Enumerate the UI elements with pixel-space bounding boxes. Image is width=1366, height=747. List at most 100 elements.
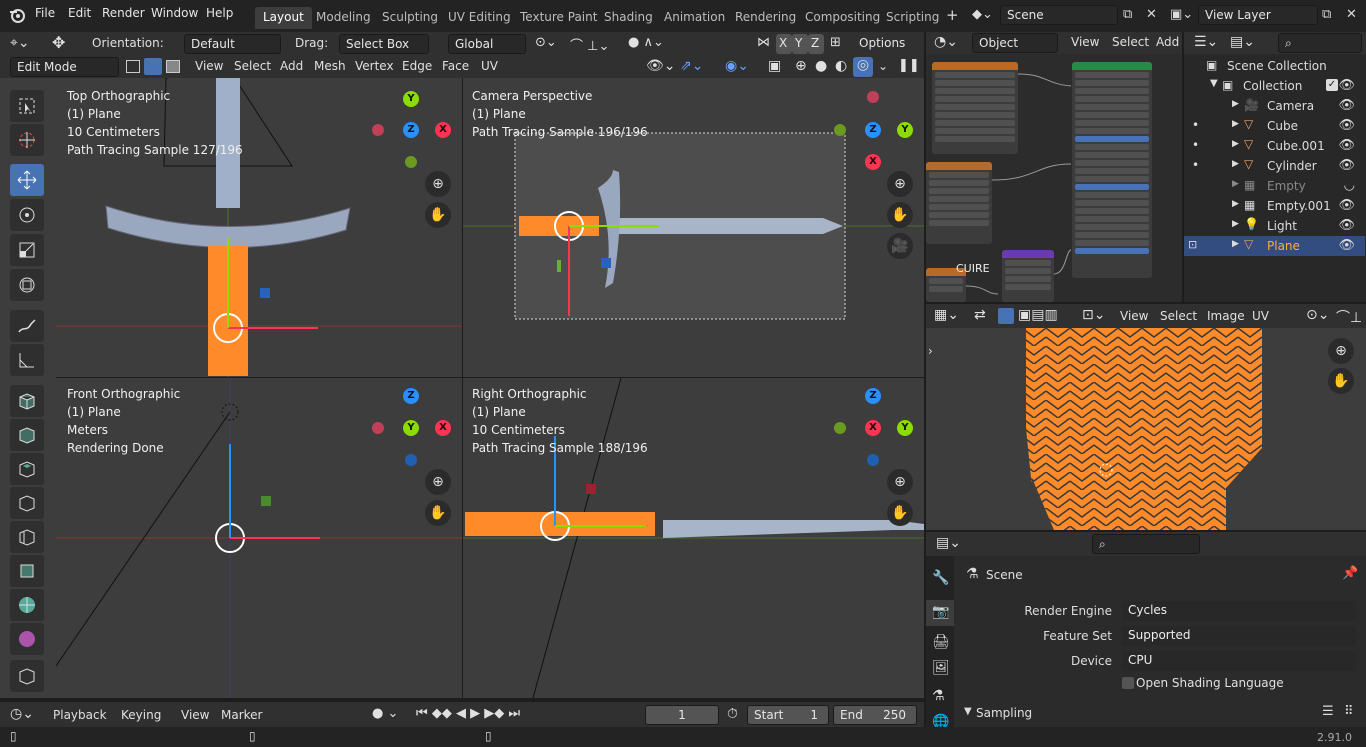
playback-controls-icon[interactable]: ⏮ ◆◆ ◀ ▶ ▶◆ ⏭ <box>416 706 520 721</box>
zoom-icon[interactable]: ⊕ <box>425 171 451 197</box>
mirror-x-button[interactable]: X <box>776 34 792 54</box>
x-axis-icon[interactable]: X <box>435 122 451 138</box>
bevel-tool[interactable] <box>10 487 44 519</box>
z-axis-icon[interactable]: Z <box>865 388 881 404</box>
collection-row[interactable]: ▼ ▣ Collection ✓ 👁 <box>1184 76 1365 96</box>
orientation-dropdown[interactable]: Default <box>184 34 281 54</box>
feature-set-dropdown[interactable]: Supported <box>1122 626 1356 646</box>
start-frame-field[interactable]: Start 1 <box>747 705 829 725</box>
viewport-top-orthographic[interactable]: Top Orthographic (1) Plane 10 Centimeter… <box>56 78 462 377</box>
normal-texture-node[interactable] <box>926 162 992 244</box>
pan-hand-icon[interactable]: ✋ <box>425 202 451 228</box>
y-axis-icon[interactable]: Y <box>403 420 419 436</box>
menu-file[interactable]: File <box>35 6 55 20</box>
drag-dropdown[interactable]: Select Box <box>339 34 429 54</box>
expand-icon[interactable]: ▼ <box>1210 78 1218 89</box>
pan-hand-icon[interactable]: ✋ <box>425 500 451 526</box>
copy-view-layer-icon[interactable]: ⧉ <box>1322 7 1331 22</box>
collection-checkbox[interactable]: ✓ <box>1326 79 1338 91</box>
overlay-icon[interactable]: ◉⌄ <box>725 58 749 74</box>
pivot-icon[interactable]: ⊙⌄ <box>535 35 557 50</box>
pivot-icon[interactable]: ⊙⌄ <box>1306 307 1329 323</box>
outliner-item-empty[interactable]: ▶ ▦ Empty ◡ <box>1184 176 1365 196</box>
uv-sync-icon[interactable]: ⇄ <box>974 307 986 323</box>
outliner-item-empty-001[interactable]: ▶ ▦ Empty.001 👁 <box>1184 196 1365 216</box>
y-axis-icon[interactable]: Y <box>897 122 913 138</box>
tab-scripting[interactable]: Scripting <box>878 7 947 29</box>
neg-z-axis-icon[interactable] <box>405 454 417 466</box>
uv-editor-canvas[interactable]: › ⊕ ✋ <box>926 328 1366 530</box>
menu-view[interactable]: View <box>195 59 223 73</box>
add-workspace-icon[interactable]: + <box>946 6 959 24</box>
clock-icon[interactable]: ⏱ <box>727 706 738 722</box>
tab-compositing[interactable]: Compositing <box>797 7 888 29</box>
preset-list-icon[interactable]: ☰ <box>1322 704 1334 719</box>
snap-icon[interactable]: ⌒⊥ <box>1336 307 1362 327</box>
properties-search-input[interactable]: ⌕ <box>1092 534 1200 554</box>
tool-tab-icon[interactable]: 🔧 <box>932 570 949 586</box>
timeline-type-icon[interactable]: ◷⌄ <box>10 706 34 722</box>
knife-tool[interactable] <box>10 555 44 587</box>
tab-animation[interactable]: Animation <box>656 7 733 29</box>
extrude-tool[interactable] <box>10 419 44 451</box>
select-box-tool[interactable] <box>10 90 44 122</box>
viewport-front-orthographic[interactable]: Front Orthographic (1) Plane Meters Rend… <box>56 378 462 698</box>
output-tab-icon[interactable]: 🖨 <box>932 634 950 650</box>
outliner-item-cylinder[interactable]: • ▶ ▽ Cylinder 👁 <box>1184 156 1365 176</box>
wireframe-shading-icon[interactable]: ⊕ <box>795 58 807 74</box>
copy-scene-icon[interactable]: ⧉ <box>1123 7 1132 22</box>
x-axis-icon[interactable]: X <box>435 420 451 436</box>
eye-icon[interactable]: 👁 <box>1338 78 1355 93</box>
scale-tool[interactable] <box>10 234 44 266</box>
menu-edit[interactable]: Edit <box>68 6 91 20</box>
zoom-icon[interactable]: ⊕ <box>887 469 913 495</box>
blender-logo-icon[interactable] <box>8 6 26 24</box>
tab-texture-paint[interactable]: Texture Paint <box>512 7 605 29</box>
object-dropdown[interactable]: Object <box>972 33 1058 53</box>
edge-select-icon[interactable] <box>144 58 162 75</box>
uv-select-modes-icon[interactable]: ▣▤▥ <box>1018 307 1058 323</box>
move-tool[interactable] <box>10 164 44 196</box>
outliner-item-cube[interactable]: • ▶ ▽ Cube 👁 <box>1184 116 1365 136</box>
pan-hand-icon[interactable]: ✋ <box>887 202 913 228</box>
menu-marker[interactable]: Marker <box>221 708 262 722</box>
camera-icon[interactable]: 🎥 <box>887 233 913 259</box>
rotate-tool[interactable] <box>10 199 44 231</box>
material-shading-icon[interactable]: ◐ <box>835 58 847 74</box>
uv-vertex-select-icon[interactable] <box>998 308 1014 324</box>
zoom-icon[interactable]: ⊕ <box>887 171 913 197</box>
menu-help[interactable]: Help <box>206 6 233 20</box>
tab-shading[interactable]: Shading <box>596 7 661 29</box>
menu-view[interactable]: View <box>181 708 209 722</box>
rendered-shading-icon[interactable]: ◎ <box>853 57 873 77</box>
eye-icon[interactable]: 👁 <box>1338 198 1355 213</box>
principled-bsdf-node[interactable] <box>1072 62 1152 278</box>
zoom-icon[interactable]: ⊕ <box>425 469 451 495</box>
node-editor-canvas[interactable]: CUIRE <box>926 54 1182 302</box>
menu-view[interactable]: View <box>1120 309 1148 323</box>
menu-select[interactable]: Select <box>234 59 271 73</box>
expand-sidebar-icon[interactable]: › <box>928 344 933 358</box>
spin-tool[interactable] <box>10 623 44 655</box>
xray-icon[interactable]: ▣ <box>768 58 781 74</box>
transform-orientation-dropdown[interactable]: Global <box>448 34 526 54</box>
menu-image[interactable]: Image <box>1207 309 1245 323</box>
scene-icon[interactable]: ◆⌄ <box>972 7 993 22</box>
menu-playback[interactable]: Playback <box>53 708 107 722</box>
outliner-type-icon[interactable]: ☰⌄ <box>1194 34 1218 50</box>
menu-add[interactable]: Add <box>280 59 303 73</box>
eye-icon[interactable]: 👁 <box>1338 138 1355 153</box>
view-layer-field[interactable]: View Layer <box>1198 5 1318 25</box>
device-dropdown[interactable]: CPU <box>1122 651 1356 671</box>
menu-add[interactable]: Add <box>1156 35 1179 49</box>
editor-type-icon[interactable]: ◔⌄ <box>934 34 958 50</box>
snap-icon[interactable]: ⌒ ⊥⌄ <box>570 35 609 54</box>
menu-keying[interactable]: Keying <box>121 708 161 722</box>
menu-edge[interactable]: Edge <box>402 59 432 73</box>
menu-window[interactable]: Window <box>151 6 198 20</box>
tab-rendering[interactable]: Rendering <box>727 7 804 29</box>
x-axis-icon[interactable]: X <box>865 154 881 170</box>
tab-modeling[interactable]: Modeling <box>308 7 379 29</box>
z-axis-icon[interactable]: Z <box>403 388 419 404</box>
outliner-item-light[interactable]: ▶ 💡 Light 👁 <box>1184 216 1365 236</box>
